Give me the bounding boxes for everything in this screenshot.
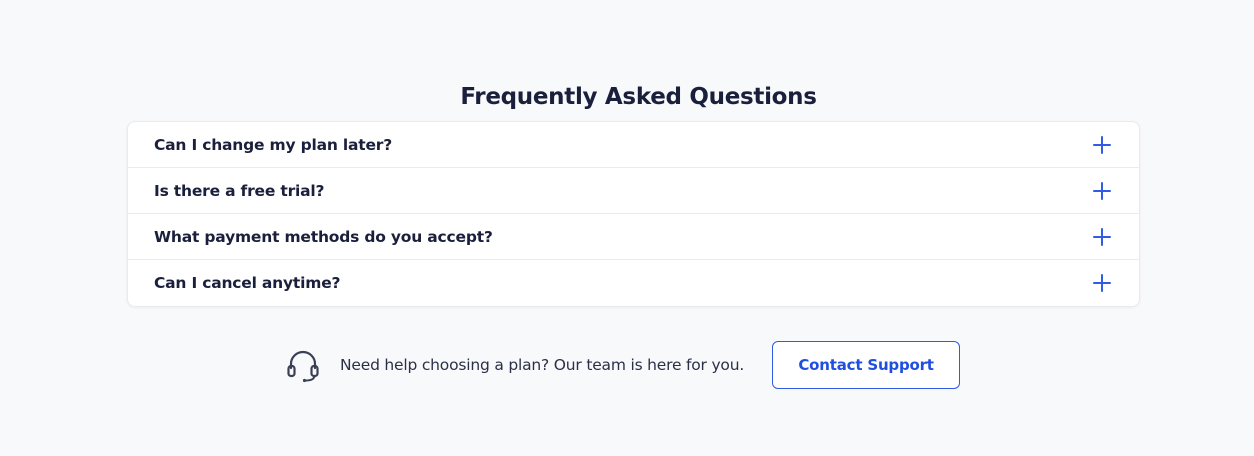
faq-accordion: Can I change my plan later? Is there a f…	[127, 121, 1140, 307]
faq-item-change-plan[interactable]: Can I change my plan later?	[128, 122, 1139, 168]
support-text: Need help choosing a plan? Our team is h…	[340, 356, 745, 374]
headset-icon	[287, 350, 319, 383]
plus-icon[interactable]	[1092, 273, 1112, 293]
support-section: Need help choosing a plan? Our team is h…	[285, 341, 961, 389]
faq-item-free-trial[interactable]: Is there a free trial?	[128, 168, 1139, 214]
faq-question: Can I change my plan later?	[154, 135, 393, 154]
plus-icon[interactable]	[1092, 135, 1112, 155]
faq-title: Frequently Asked Questions	[460, 84, 817, 110]
faq-item-cancel-anytime[interactable]: Can I cancel anytime?	[128, 260, 1139, 306]
faq-question: Is there a free trial?	[154, 181, 325, 200]
faq-question: Can I cancel anytime?	[154, 274, 341, 292]
plus-icon[interactable]	[1092, 227, 1112, 247]
plus-icon[interactable]	[1092, 181, 1112, 201]
faq-question: What payment methods do you accept?	[154, 227, 493, 246]
faq-item-payment-methods[interactable]: What payment methods do you accept?	[128, 214, 1139, 260]
contact-support-button[interactable]: Contact Support	[772, 341, 961, 389]
